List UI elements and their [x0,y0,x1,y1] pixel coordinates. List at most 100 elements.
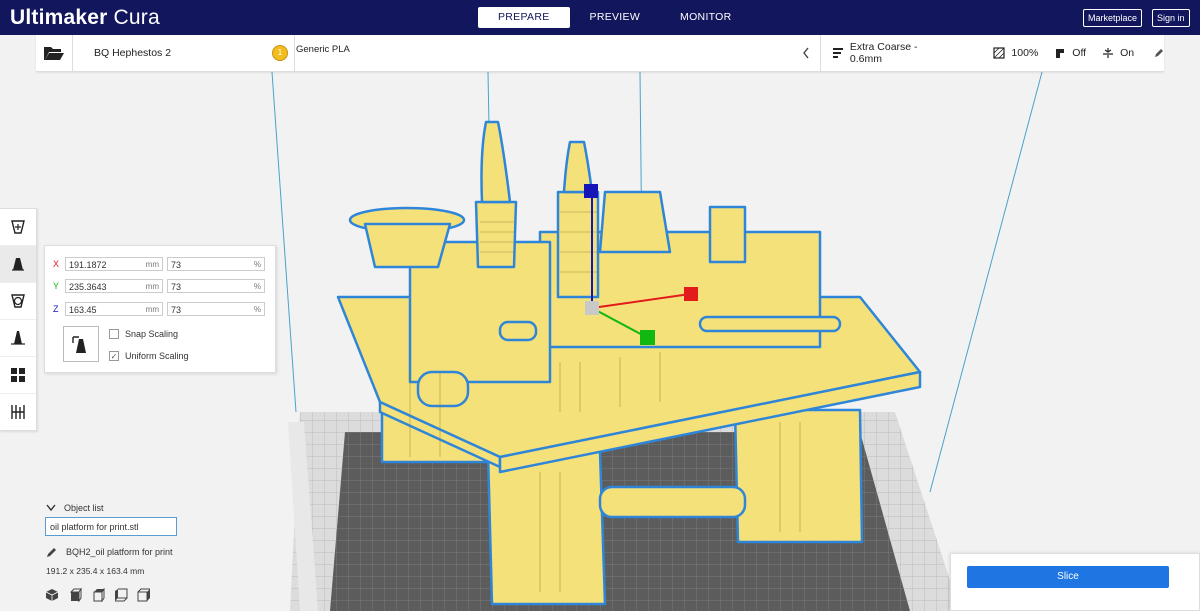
object-name: BQH2_oil platform for print [66,547,173,557]
folder-open-icon [44,47,64,60]
view-top-icon [93,588,105,602]
adhesion-setting: On [1102,47,1134,59]
app-logo: Ultimaker Cura [10,6,160,30]
z-percent-value: 73 [171,305,182,315]
support-icon [1056,49,1065,58]
rotate-tool-icon [11,294,25,308]
scale-tool-icon [12,258,24,271]
open-file-button[interactable] [36,35,73,71]
y-percent-input[interactable]: 73% [167,279,265,293]
support-setting: Off [1054,47,1086,59]
scale-row-z: Z 163.45 mm 73% [53,301,265,317]
scale-reset-icon [72,336,86,353]
z-size-input[interactable]: 163.45 mm [65,302,163,316]
pencil-icon[interactable] [1154,48,1164,58]
printer-name: BQ Hephestos 2 [94,47,172,59]
marketplace-button[interactable]: Marketplace [1083,9,1143,27]
extruder-badge: 1 [272,45,288,61]
scale-row-x: X 191.1872 mm 73% [53,256,265,272]
per-model-settings-button[interactable] [0,357,36,394]
y-size-input[interactable]: 235.3643 mm [65,279,163,293]
per-model-settings-icon [11,368,25,382]
snap-scaling-label: Snap Scaling [125,329,179,339]
uniform-scaling-checkbox[interactable]: ✓ [109,351,119,361]
infill-setting: 100% [993,47,1038,59]
tool-bar [0,208,37,431]
view-left-button[interactable] [114,588,128,602]
x-size-value: 191.1872 [69,260,107,270]
z-axis-label: Z [53,304,59,314]
object-list-header: Object list [64,503,104,513]
y-unit-mm: mm [145,282,159,291]
view-front-button[interactable] [68,588,82,602]
chevron-left-icon [803,47,809,59]
view-right-button[interactable] [137,588,151,602]
support-value: Off [1072,47,1087,59]
snap-scaling-checkbox[interactable] [109,329,119,339]
y-axis-handle[interactable] [640,330,655,345]
adhesion-icon [1103,48,1114,58]
printer-setup-bar: BQ Hephestos 2 1 Generic PLA Extra Coars… [36,35,1164,72]
object-name-row[interactable]: BQH2_oil platform for print [46,546,173,558]
logo-light-text: Cura [107,6,160,29]
view-3d-button[interactable] [45,588,59,602]
y-percent-value: 73 [171,282,182,292]
support-blocker-button[interactable] [0,394,36,430]
z-percent-input[interactable]: 73% [167,302,265,316]
print-settings-selector[interactable]: Extra Coarse - 0.6mm 100% Off On [822,35,1164,71]
z-axis-handle[interactable] [584,184,598,198]
profile-name: Extra Coarse - 0.6mm [849,41,918,65]
z-size-value: 163.45 [69,305,97,315]
z-unit-pct: % [253,305,261,314]
sign-in-button[interactable]: Sign in [1152,9,1190,27]
infill-value: 100% [1011,47,1039,59]
mirror-tool-icon [11,331,25,345]
view-top-button[interactable] [91,588,105,602]
view-3d-icon [45,589,59,601]
camera-view-buttons [45,588,160,602]
x-percent-input[interactable]: 73% [167,257,265,271]
scale-tool-button[interactable] [0,246,36,283]
mirror-tool-button[interactable] [0,320,36,357]
scale-panel: X 191.1872 mm 73% Y 235.3643 mm 73% Z 163.… [44,245,276,373]
action-panel: Slice [950,553,1200,611]
x-unit-pct: % [253,260,261,269]
uniform-scaling-option[interactable]: ✓ Uniform Scaling [109,351,189,361]
x-size-input[interactable]: 191.1872 mm [65,257,163,271]
tab-monitor[interactable]: MONITOR [660,7,752,28]
z-unit-mm: mm [145,305,159,314]
snap-scaling-option[interactable]: Snap Scaling [109,329,178,339]
view-right-icon [137,588,150,602]
adhesion-value: On [1120,47,1135,59]
object-dimensions: 191.2 x 235.4 x 163.4 mm [46,566,145,576]
profile-setting: Extra Coarse - 0.6mm [832,41,951,65]
support-blocker-icon [11,405,25,419]
tab-prepare[interactable]: PREPARE [478,7,570,28]
x-axis-label: X [53,259,60,269]
tab-preview[interactable]: PREVIEW [570,7,661,28]
chevron-down-icon [46,504,56,512]
reset-scale-button[interactable] [63,326,99,362]
stage-tabs: PREPARE PREVIEW MONITOR [478,7,752,28]
object-list-toggle[interactable]: Object list [46,503,104,513]
infill-icon [993,47,1006,59]
layer-height-icon [833,48,843,58]
view-front-icon [69,588,82,602]
3d-viewport[interactable]: X 191.1872 mm 73% Y 235.3643 mm 73% Z 163.… [0,72,1200,611]
y-unit-pct: % [253,282,261,291]
logo-bold-text: Ultimaker [10,6,108,29]
pencil-icon [47,548,56,557]
view-left-icon [115,588,128,602]
material-name: Generic PLA [296,43,350,55]
center-handle[interactable] [585,301,599,315]
x-axis-handle[interactable] [684,287,698,301]
scale-row-y: Y 235.3643 mm 73% [53,278,265,294]
move-tool-button[interactable] [0,209,36,246]
uniform-scaling-label: Uniform Scaling [125,351,189,361]
slice-button[interactable]: Slice [967,566,1169,588]
x-unit-mm: mm [145,260,159,269]
material-selector[interactable]: 1 Generic PLA [262,35,821,71]
object-list-item[interactable]: oil platform for print.stl [45,517,177,536]
rotate-tool-button[interactable] [0,283,36,320]
y-axis-label: Y [53,281,60,291]
